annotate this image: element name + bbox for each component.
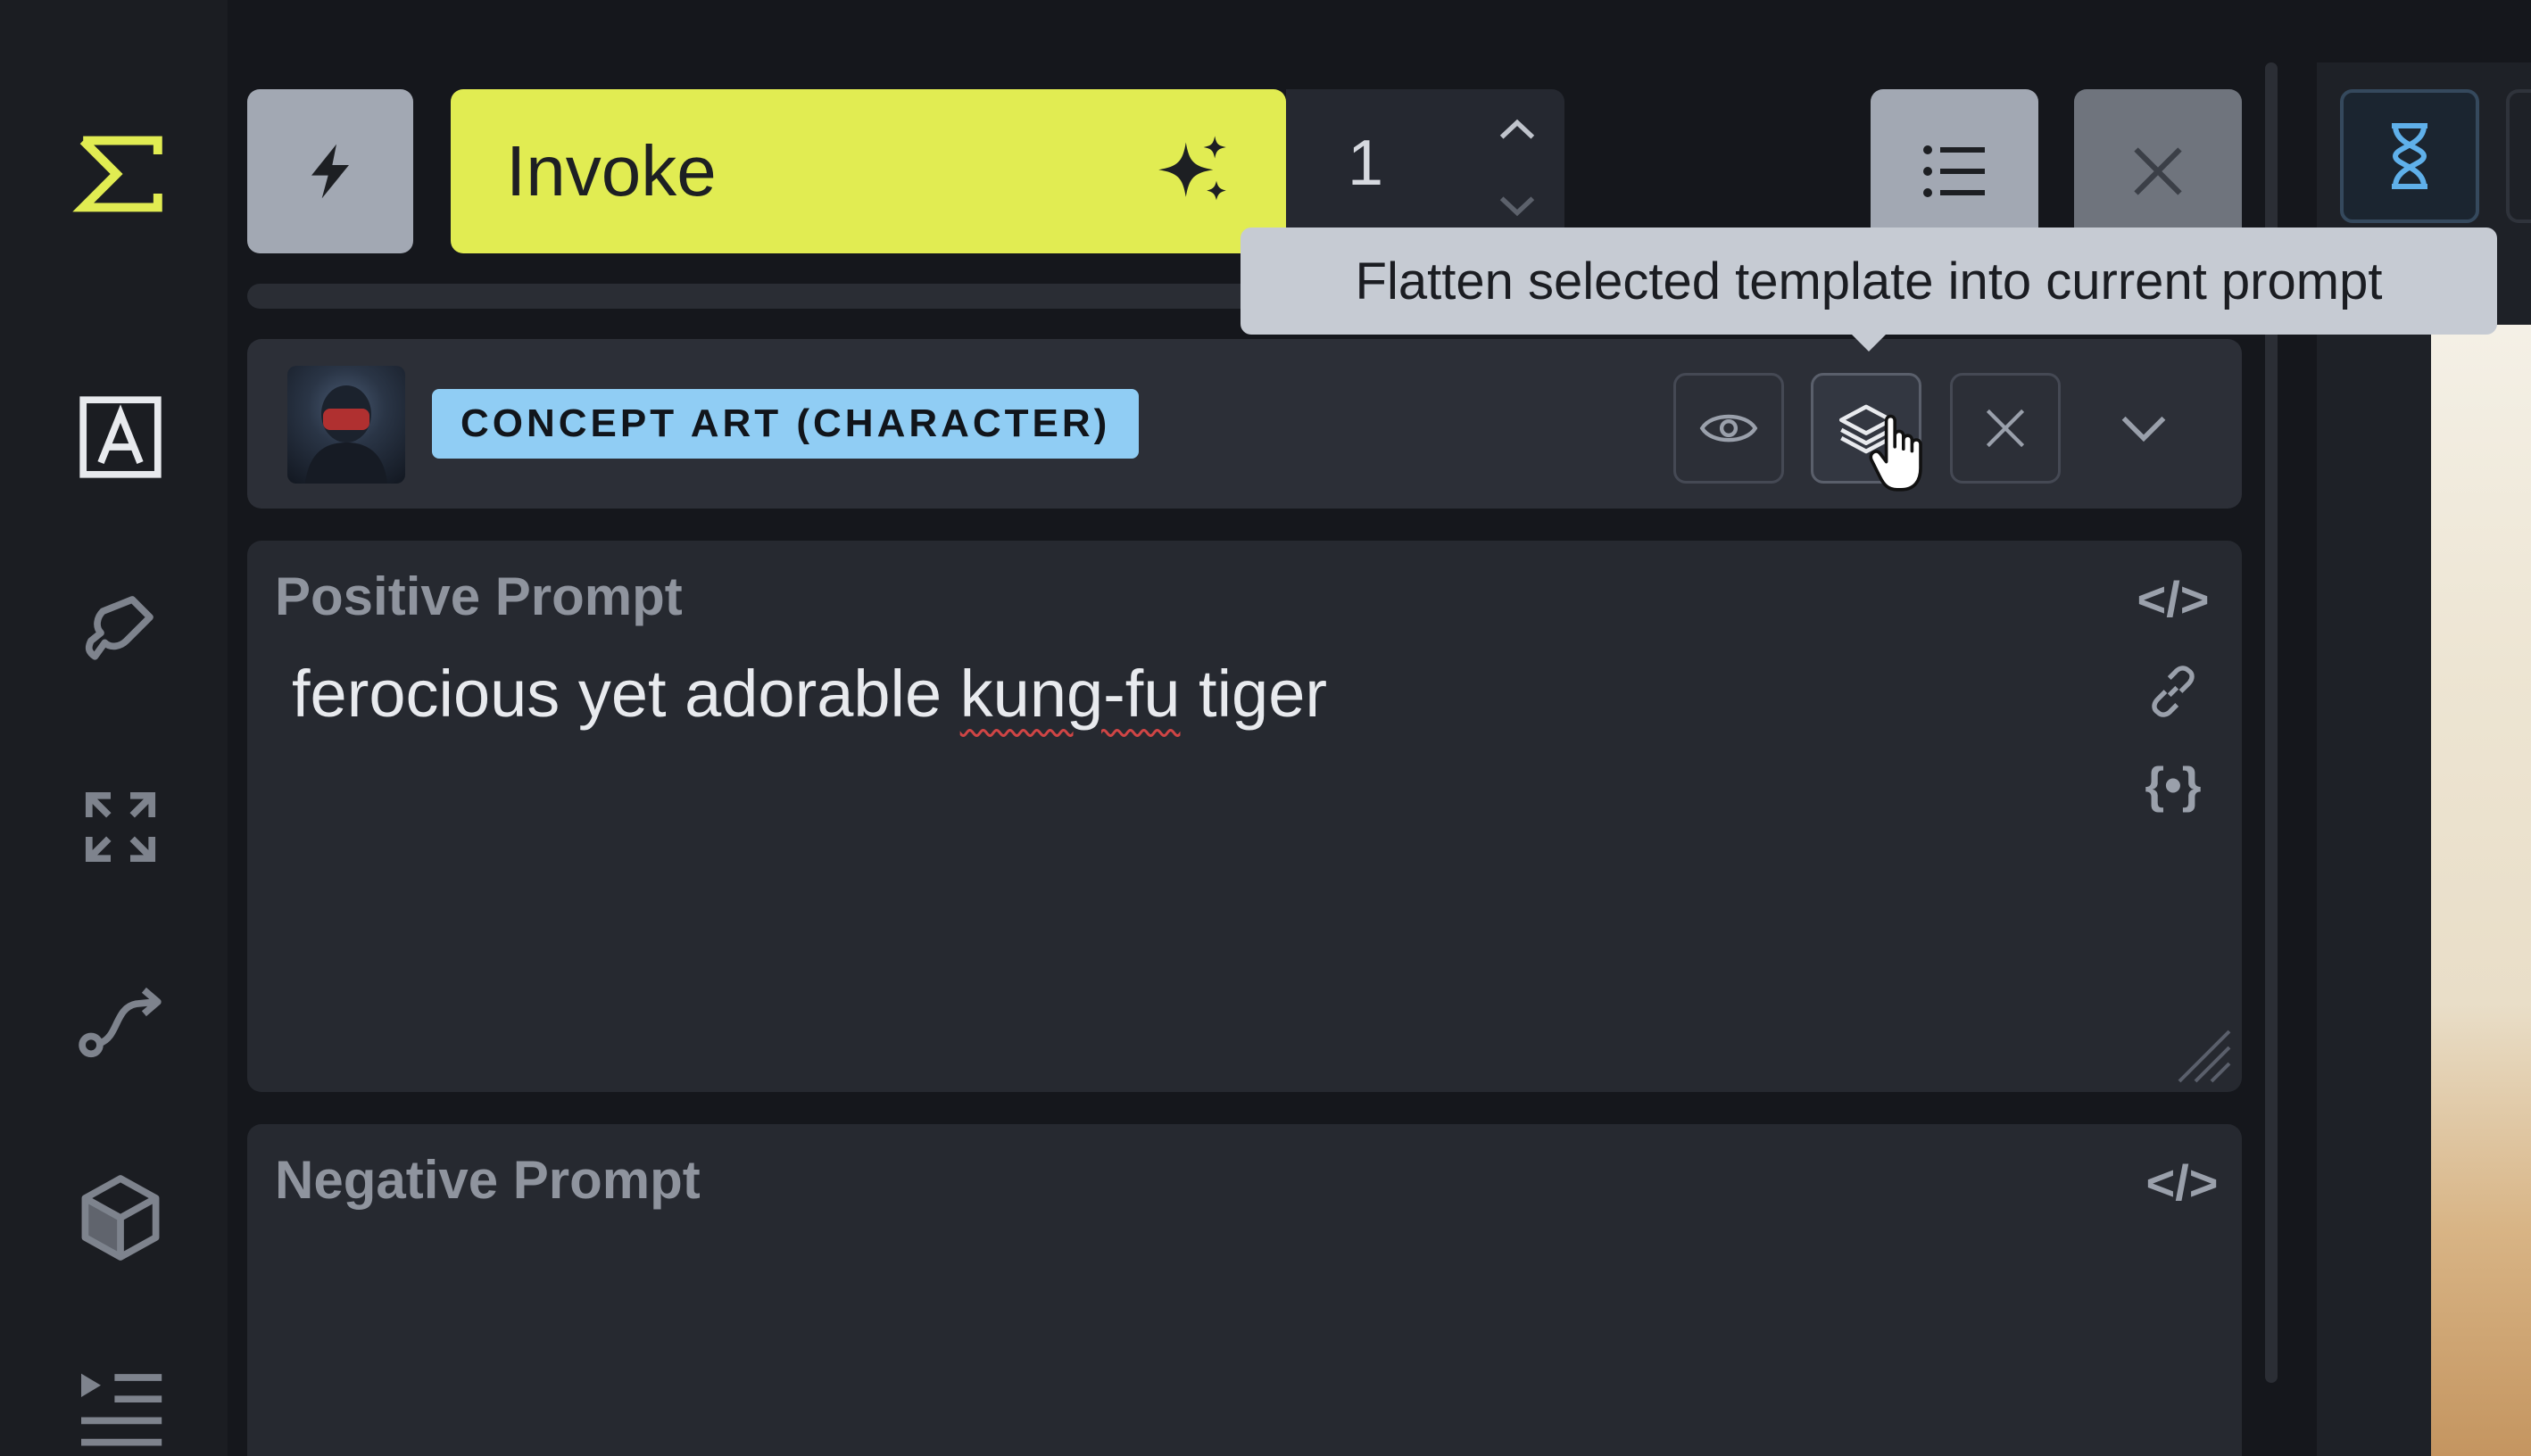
hourglass-icon [2392, 123, 2427, 189]
lightning-icon [311, 144, 349, 199]
code-icon[interactable]: </> [2133, 558, 2213, 639]
resize-handle[interactable] [2174, 1026, 2233, 1085]
queue-status-button[interactable] [2340, 89, 2479, 223]
right-toolbar-button[interactable] [2506, 89, 2531, 223]
preview-template-button[interactable] [1673, 373, 1784, 484]
close-icon [1986, 409, 2025, 448]
eye-icon [1699, 414, 1758, 443]
invoke-button[interactable]: Invoke [451, 89, 1286, 253]
expand-icon[interactable] [62, 769, 178, 885]
misspelled-word: kung-fu [959, 657, 1181, 731]
canvas-preview [2431, 325, 2531, 1456]
prompt-text-segment: tiger [1180, 657, 1328, 731]
hand-cursor-icon [1867, 410, 1931, 500]
invoke-front-button[interactable] [247, 89, 413, 253]
cube-icon[interactable] [62, 1160, 178, 1276]
template-badge: CONCEPT ART (CHARACTER) [432, 389, 1140, 459]
text-box-icon[interactable] [62, 379, 178, 495]
chevron-up-icon[interactable] [1498, 118, 1537, 145]
list-icon [1923, 145, 1985, 197]
invoke-logo-icon[interactable] [62, 116, 178, 232]
sparkles-icon [1158, 136, 1226, 201]
tooltip-arrow [1849, 332, 1888, 352]
link-icon[interactable] [2133, 651, 2213, 732]
invoke-label: Invoke [506, 131, 717, 211]
dynamic-prompt-icon[interactable]: {•} [2133, 744, 2213, 824]
prompt-text-segment: ferocious yet adorable [292, 657, 960, 731]
negative-prompt-label: Negative Prompt [275, 1150, 701, 1210]
brush-icon[interactable] [62, 571, 178, 687]
template-thumbnail [287, 366, 405, 484]
template-expand-button[interactable] [2088, 373, 2199, 484]
code-icon[interactable]: </> [2142, 1142, 2222, 1222]
iterations-value: 1 [1348, 128, 1384, 199]
chevron-down-icon[interactable] [1498, 194, 1537, 222]
workflow-icon[interactable] [62, 964, 178, 1080]
tooltip: Flatten selected template into current p… [1241, 228, 2497, 335]
positive-prompt-label: Positive Prompt [275, 567, 683, 626]
close-icon [2134, 147, 2182, 195]
queue-list-icon[interactable] [62, 1349, 178, 1456]
positive-prompt-input[interactable]: ferocious yet adorable kung-fu tiger [292, 656, 1327, 732]
clear-template-button[interactable] [1950, 373, 2061, 484]
chevron-down-icon [2121, 416, 2166, 443]
